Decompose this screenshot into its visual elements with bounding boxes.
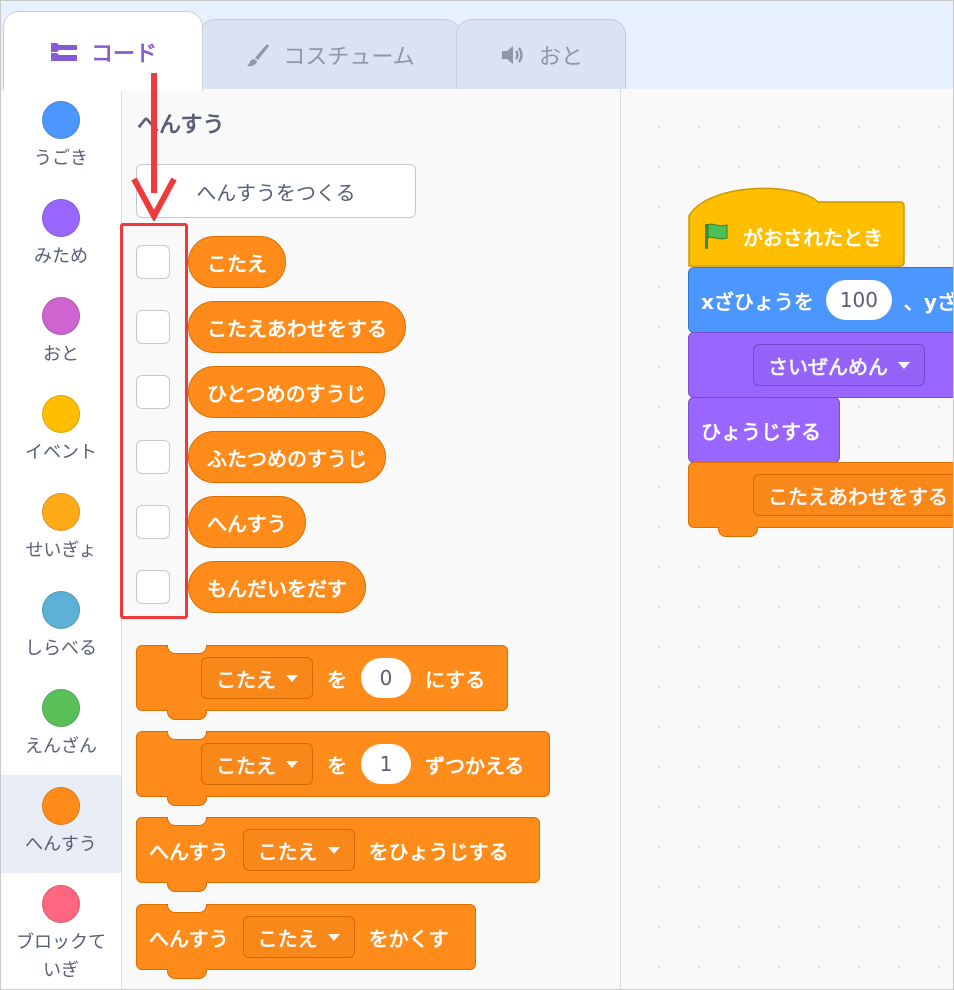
block-palette: へんすう へんすうをつくる こたえ こたえあわせをする ひとつめのすうじ ふたつ… [122,89,621,989]
category-label: うごき [34,148,88,169]
value-input[interactable]: 1 [361,744,411,784]
block-text: を [327,753,347,778]
green-flag-icon [705,223,728,249]
control-dot-icon [42,493,80,531]
show-block[interactable]: ひょうじする [688,397,840,463]
goto-xy-block[interactable]: xざひょうを 100 、yざ [688,267,954,333]
category-sound[interactable]: おと [1,285,121,383]
code-icon [50,42,77,61]
tab-costumes-label: コスチューム [283,44,415,70]
block-text: がおされたとき [743,225,883,250]
variable-dropdown[interactable]: こたえ [242,829,355,871]
dropdown-arrow-icon [286,760,298,768]
category-label: せいぎょ [25,540,97,561]
looks-dot-icon [42,199,80,237]
annotation-highlight-box [120,223,188,619]
tab-code-label: コード [90,41,157,67]
annotation-arrow-icon [131,73,177,221]
category-looks[interactable]: みため [1,187,121,285]
variable-reporter[interactable]: ひとつめのすうじ [188,366,385,418]
variable-reporter[interactable]: もんだいをだす [188,561,366,613]
editor-window: コスチューム おと コード うごき みため おと イベント せいぎょ しらべる … [0,0,954,990]
category-operators[interactable]: えんざん [1,677,121,775]
script-area[interactable]: がおされたとき xざひょうを 100 、yざ さいぜんめん ひょうじする こたえ… [621,89,954,989]
category-label: ブロックて [16,932,106,953]
hide-variable-block[interactable]: へんすう こたえ をかくす [136,904,476,979]
set-variable-block[interactable]: こたえ を 0 にする [136,645,508,720]
sensing-dot-icon [42,591,80,629]
category-motion[interactable]: うごき [1,89,121,187]
block-text: ひょうじする [701,419,821,444]
x-input[interactable]: 100 [825,280,892,320]
variable-reporter[interactable]: こたえ [188,236,286,288]
block-text: をひょうじする [368,839,509,864]
operators-dot-icon [42,689,80,727]
category-label: みため [34,246,88,267]
block-text: へんすう [149,839,229,864]
custom-block-dropdown[interactable]: こたえあわせをする [753,474,953,516]
category-label: イベント [25,442,97,463]
brush-icon [247,43,270,66]
dropdown-arrow-icon [327,933,340,941]
category-events[interactable]: イベント [1,383,121,481]
block-bottom-tab [718,527,758,537]
tab-costumes[interactable]: コスチューム [199,19,461,89]
variable-reporter[interactable]: こたえあわせをする [188,301,406,353]
variables-dot-icon [42,787,80,825]
category-variables[interactable]: へんすう [1,775,121,873]
category-control[interactable]: せいぎょ [1,481,121,579]
category-label: えんざん [25,736,97,757]
variable-reporter[interactable]: へんすう [188,496,306,548]
category-sensing[interactable]: しらべる [1,579,121,677]
speaker-icon [501,45,523,64]
block-text: へんすう [149,926,229,951]
tab-sounds[interactable]: おと [456,19,626,89]
show-variable-block[interactable]: へんすう こたえ をひょうじする [136,817,540,892]
variable-dropdown[interactable]: こたえ [242,916,355,958]
value-input[interactable]: 0 [361,658,411,698]
category-label: おと [43,344,79,365]
motion-dot-icon [42,101,80,139]
my-blocks-dot-icon [42,885,80,923]
block-text: にする [425,667,486,692]
variable-dropdown[interactable]: こたえ [201,657,313,699]
call-custom-block[interactable]: こたえあわせをする [688,462,953,528]
block-text: ずつかえる [425,753,525,778]
category-label: しらべる [25,638,97,659]
sound-dot-icon [42,297,80,335]
variable-dropdown[interactable]: こたえ [201,743,313,785]
change-variable-block[interactable]: こたえ を 1 ずつかえる [136,731,550,806]
category-my-blocks[interactable]: ブロックて いぎ [1,873,121,989]
dropdown-arrow-icon [327,846,340,854]
make-variable-button[interactable]: へんすうをつくる [136,164,416,218]
dropdown-arrow-icon [286,674,298,682]
dropdown-arrow-icon [898,361,910,369]
block-text: を [327,667,347,692]
tab-sounds-label: おと [538,44,583,70]
variable-reporter[interactable]: ふたつめのすうじ [188,431,386,483]
goto-layer-block[interactable]: さいぜんめん [688,332,953,398]
when-flag-clicked-block[interactable]: がおされたとき [701,206,883,266]
category-label: へんすう [25,834,97,855]
layer-dropdown[interactable]: さいぜんめん [753,344,925,386]
category-label: いぎ [43,960,79,981]
block-text: をかくす [368,926,449,951]
category-menu: うごき みため おと イベント せいぎょ しらべる えんざん へんすう ブロック… [1,89,122,989]
block-text: xざひょうを [701,289,814,314]
block-text: 、yざ [903,289,954,314]
events-dot-icon [42,395,80,433]
